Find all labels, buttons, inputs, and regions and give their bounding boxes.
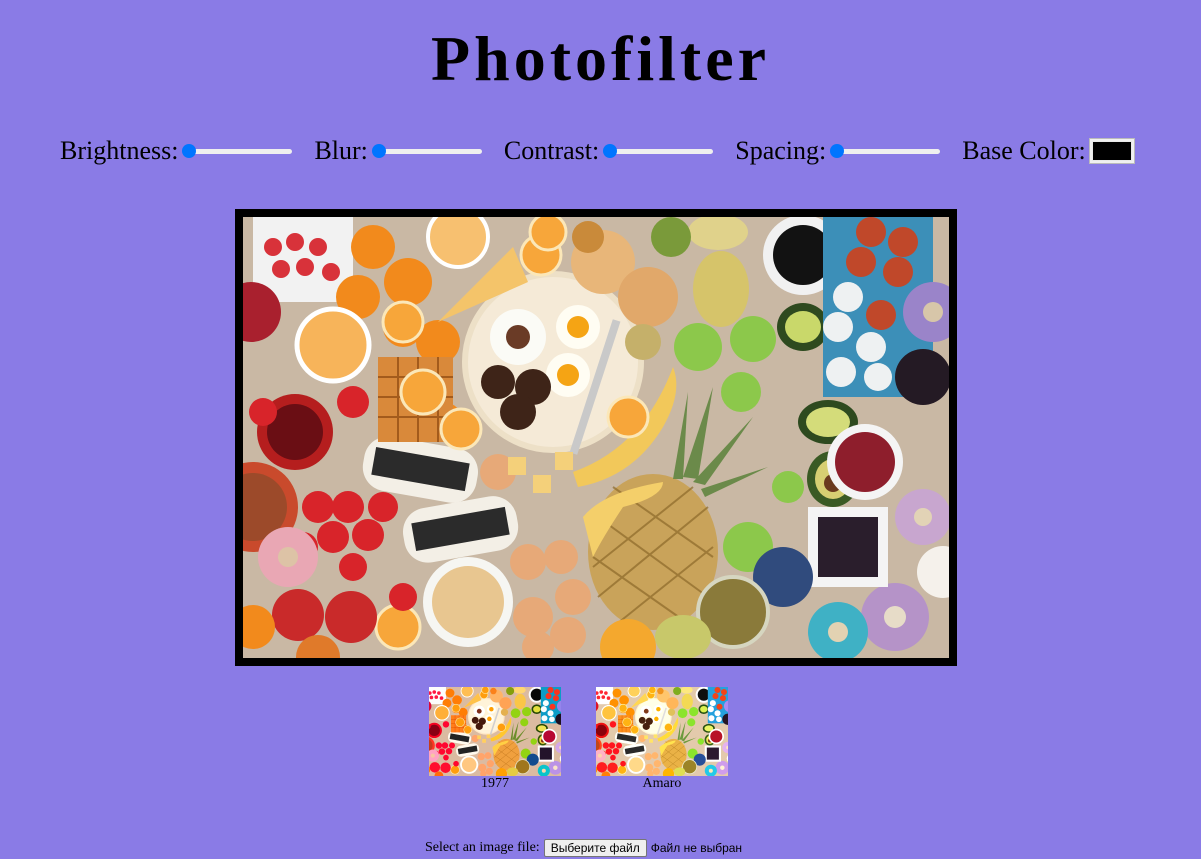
slider-thumb[interactable] (371, 144, 386, 158)
base-color-label: Base Color: (962, 136, 1086, 165)
file-status: Файл не выбран (650, 841, 743, 855)
main-photo (235, 209, 957, 666)
main-photo-image (243, 217, 949, 658)
choose-file-button[interactable]: Выберите файл (543, 839, 647, 857)
spacing-control: Spacing: (735, 136, 942, 166)
blur-control: Blur: (314, 136, 483, 166)
slider-track (605, 149, 714, 154)
brightness-label: Brightness: (60, 136, 179, 165)
color-swatch-fill (1092, 142, 1131, 160)
file-picker-label: Select an image file: (425, 840, 540, 855)
filter-controls: Brightness: Blur: Contrast: Spacing: Bas… (60, 136, 1134, 166)
brightness-slider[interactable] (182, 143, 294, 159)
filter-thumbnails: 1977 Amaro (429, 687, 728, 792)
base-color-picker[interactable] (1089, 139, 1134, 163)
slider-thumb[interactable] (603, 144, 618, 158)
thumb-caption: 1977 (481, 776, 509, 791)
slider-thumb[interactable] (830, 144, 845, 158)
thumb-caption: Amaro (642, 776, 682, 791)
contrast-slider[interactable] (603, 143, 715, 159)
slider-track (832, 149, 941, 154)
slider-track (184, 149, 293, 154)
filter-thumb-1977[interactable]: 1977 (429, 687, 561, 792)
blur-label: Blur: (314, 136, 368, 165)
base-color-control: Base Color: (962, 136, 1134, 166)
slider-track (373, 149, 482, 154)
filter-thumb-amaro[interactable]: Amaro (596, 687, 728, 792)
contrast-control: Contrast: (504, 136, 715, 166)
file-picker: Select an image file: Выберите файл Файл… (425, 838, 742, 858)
contrast-label: Contrast: (503, 136, 600, 165)
slider-thumb[interactable] (182, 144, 197, 158)
spacing-slider[interactable] (830, 143, 942, 159)
brightness-control: Brightness: (60, 136, 294, 166)
blur-slider[interactable] (371, 143, 484, 159)
thumb-image[interactable] (429, 687, 561, 776)
spacing-label: Spacing: (735, 136, 827, 165)
thumb-image[interactable] (596, 687, 728, 776)
page-title: Photofilter (431, 23, 770, 94)
